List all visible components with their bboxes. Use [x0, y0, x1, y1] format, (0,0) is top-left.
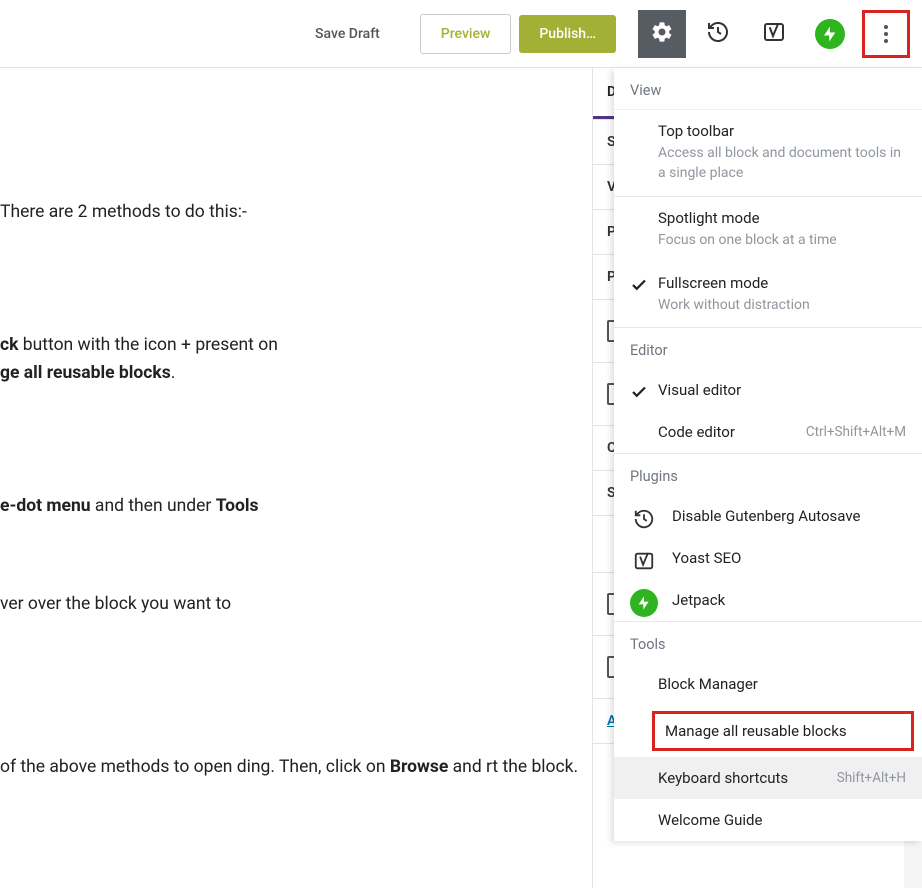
menu-jetpack[interactable]: Jetpack	[614, 579, 922, 621]
dropdown-section-editor: Editor	[614, 328, 922, 369]
menu-disable-autosave[interactable]: Disable Gutenberg Autosave	[614, 495, 922, 537]
menu-keyboard-shortcuts[interactable]: Keyboard shortcuts Shift+Alt+H	[614, 757, 922, 799]
menu-welcome-guide[interactable]: Welcome Guide	[614, 799, 922, 841]
content-paragraph: of the above methods to open ding. Then,…	[0, 753, 592, 781]
content-paragraph: There are 2 methods to do this:-	[0, 198, 592, 226]
jetpack-icon	[815, 19, 845, 49]
kebab-icon	[884, 25, 888, 29]
menu-code-editor[interactable]: Code editor Ctrl+Shift+Alt+M	[614, 411, 922, 453]
preview-button[interactable]: Preview	[420, 14, 512, 54]
more-options-dropdown: View Top toolbar Access all block and do…	[614, 68, 922, 841]
menu-yoast-seo[interactable]: Yoast SEO	[614, 537, 922, 579]
content-paragraph: ck button with the icon + present on ge …	[0, 331, 592, 387]
jetpack-toolbar-button[interactable]	[806, 10, 854, 58]
menu-block-manager[interactable]: Block Manager	[614, 663, 922, 705]
top-toolbar: Save Draft Preview Publish…	[0, 0, 922, 68]
save-draft-button[interactable]: Save Draft	[301, 16, 394, 52]
settings-button[interactable]	[638, 10, 686, 58]
jetpack-icon	[630, 589, 658, 617]
dropdown-section-plugins: Plugins	[614, 454, 922, 495]
yoast-toolbar-button[interactable]	[750, 10, 798, 58]
menu-visual-editor[interactable]: Visual editor	[614, 369, 922, 411]
gear-icon	[650, 20, 674, 48]
revisions-button[interactable]	[694, 10, 742, 58]
history-icon	[706, 20, 730, 48]
check-icon	[630, 383, 648, 405]
yoast-icon	[630, 547, 658, 575]
editor-content[interactable]: There are 2 methods to do this:- ck butt…	[0, 68, 592, 888]
history-icon	[630, 505, 658, 533]
menu-top-toolbar[interactable]: Top toolbar Access all block and documen…	[614, 110, 922, 196]
dropdown-section-view: View	[614, 68, 922, 110]
more-options-button[interactable]	[862, 10, 910, 58]
dropdown-section-tools: Tools	[614, 622, 922, 663]
publish-button[interactable]: Publish…	[519, 15, 616, 53]
content-paragraph: e-dot menu and then under Tools	[0, 492, 592, 520]
menu-fullscreen-mode[interactable]: Fullscreen mode Work without distraction	[614, 262, 922, 327]
check-icon	[630, 276, 648, 298]
yoast-icon	[762, 20, 786, 48]
menu-spotlight-mode[interactable]: Spotlight mode Focus on one block at a t…	[614, 197, 922, 262]
content-paragraph: ver over the block you want to	[0, 590, 592, 618]
menu-manage-reusable-blocks[interactable]: Manage all reusable blocks	[614, 711, 922, 751]
